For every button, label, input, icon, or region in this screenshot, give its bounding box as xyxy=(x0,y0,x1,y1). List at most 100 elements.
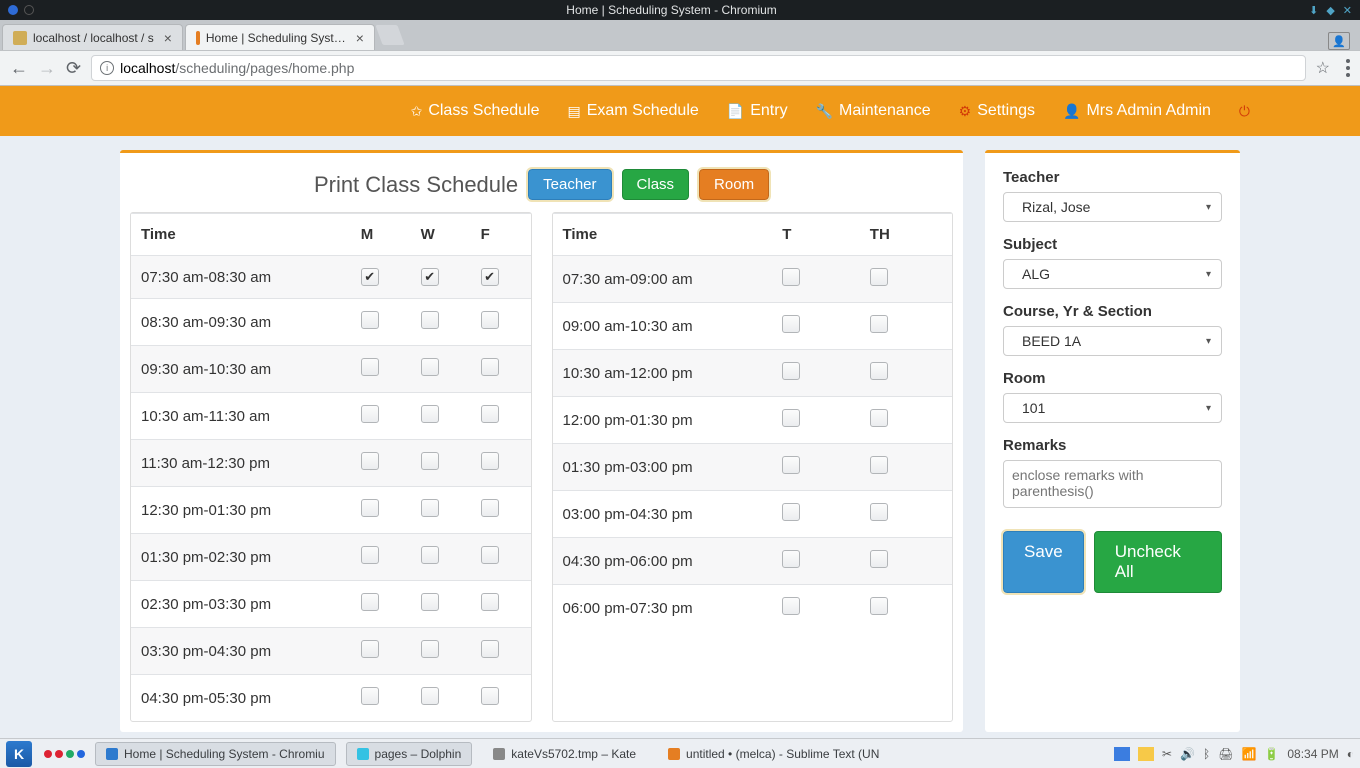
check-cell xyxy=(471,346,531,393)
checkbox[interactable] xyxy=(481,405,499,423)
checkbox[interactable] xyxy=(481,640,499,658)
checkbox[interactable]: ✔ xyxy=(481,268,499,286)
task-item[interactable]: pages – Dolphin xyxy=(346,742,473,766)
checkbox[interactable] xyxy=(361,358,379,376)
close-icon[interactable]: × xyxy=(164,30,172,46)
app-menu-icon[interactable] xyxy=(8,5,18,15)
tray-clipboard-icon[interactable]: ✂ xyxy=(1162,747,1172,761)
checkbox[interactable] xyxy=(421,405,439,423)
checkbox[interactable] xyxy=(782,315,800,333)
checkbox[interactable] xyxy=(481,499,499,517)
reload-icon[interactable]: ⟳ xyxy=(66,58,81,79)
checkbox[interactable] xyxy=(782,268,800,286)
checkbox[interactable] xyxy=(361,687,379,705)
tray-volume-icon[interactable]: 🔊 xyxy=(1180,747,1195,761)
checkbox[interactable] xyxy=(481,452,499,470)
browser-tab-active[interactable]: Home | Scheduling Syst… × xyxy=(185,24,375,50)
task-item[interactable]: Home | Scheduling System - Chromiu xyxy=(95,742,336,766)
checkbox[interactable] xyxy=(782,362,800,380)
nav-class-schedule[interactable]: ✩Class Schedule xyxy=(411,102,540,120)
checkbox[interactable] xyxy=(361,593,379,611)
checkbox[interactable] xyxy=(481,593,499,611)
tray-notes-icon[interactable] xyxy=(1138,747,1154,761)
checkbox[interactable] xyxy=(870,550,888,568)
start-menu-icon[interactable]: K xyxy=(6,741,32,767)
checkbox[interactable] xyxy=(421,546,439,564)
checkbox[interactable] xyxy=(870,362,888,380)
checkbox[interactable] xyxy=(782,456,800,474)
checkbox[interactable]: ✔ xyxy=(361,268,379,286)
task-item[interactable]: untitled • (melca) - Sublime Text (UN xyxy=(657,742,890,766)
checkbox[interactable] xyxy=(421,640,439,658)
nav-logout[interactable]: ⏻ xyxy=(1239,103,1250,120)
checkbox[interactable]: ✔ xyxy=(421,268,439,286)
bookmark-icon[interactable]: ☆ xyxy=(1316,58,1330,78)
browser-profile-icon[interactable]: 👤 xyxy=(1328,32,1350,50)
nav-user[interactable]: 👤Mrs Admin Admin xyxy=(1063,102,1211,120)
checkbox[interactable] xyxy=(361,499,379,517)
checkbox[interactable] xyxy=(870,268,888,286)
check-cell xyxy=(411,299,471,346)
window-maximize-icon[interactable]: ◆ xyxy=(1326,4,1334,17)
checkbox[interactable] xyxy=(361,452,379,470)
checkbox[interactable] xyxy=(421,593,439,611)
tray-bluetooth-icon[interactable]: ᛒ xyxy=(1203,747,1210,761)
remarks-input[interactable] xyxy=(1003,460,1222,508)
checkbox[interactable] xyxy=(361,405,379,423)
checkbox[interactable] xyxy=(481,546,499,564)
checkbox[interactable] xyxy=(782,597,800,615)
class-button[interactable]: Class xyxy=(622,169,690,200)
clock[interactable]: 08:34 PM xyxy=(1287,747,1338,761)
desktop-pager[interactable] xyxy=(44,750,85,758)
tray-notifications-icon[interactable]: ◐ xyxy=(1347,747,1354,761)
checkbox[interactable] xyxy=(782,503,800,521)
checkbox[interactable] xyxy=(421,358,439,376)
time-cell: 12:00 pm-01:30 pm xyxy=(553,397,773,444)
browser-tab-inactive[interactable]: localhost / localhost / s × xyxy=(2,24,183,50)
teacher-button[interactable]: Teacher xyxy=(528,169,611,200)
time-cell: 10:30 am-11:30 am xyxy=(131,393,351,440)
checkbox[interactable] xyxy=(870,503,888,521)
checkbox[interactable] xyxy=(870,456,888,474)
nav-settings[interactable]: ⚙Settings xyxy=(959,102,1035,120)
checkbox[interactable] xyxy=(870,315,888,333)
close-icon[interactable]: × xyxy=(356,30,364,46)
checkbox[interactable] xyxy=(421,311,439,329)
tray-desktop-icon[interactable] xyxy=(1114,747,1130,761)
checkbox[interactable] xyxy=(481,687,499,705)
uncheck-all-button[interactable]: Uncheck All xyxy=(1094,531,1222,593)
browser-menu-icon[interactable] xyxy=(1346,59,1350,77)
room-select[interactable]: 101▾ xyxy=(1003,393,1222,423)
nav-maintenance[interactable]: 🔧Maintenance xyxy=(816,102,931,120)
task-item[interactable]: kateVs5702.tmp – Kate xyxy=(482,742,647,766)
tray-printer-icon[interactable]: 🖨 xyxy=(1218,747,1233,761)
nav-entry[interactable]: 📄Entry xyxy=(727,102,788,120)
checkbox[interactable] xyxy=(421,687,439,705)
checkbox[interactable] xyxy=(782,409,800,427)
address-bar[interactable]: i localhost/scheduling/pages/home.php xyxy=(91,55,1306,81)
room-button[interactable]: Room xyxy=(699,169,769,200)
nav-exam-schedule[interactable]: ▤Exam Schedule xyxy=(567,102,698,120)
back-icon[interactable]: ← xyxy=(10,58,28,79)
tray-battery-icon[interactable]: 🔋 xyxy=(1264,747,1279,761)
table-row: 07:30 am-08:30 am✔✔✔ xyxy=(131,256,531,299)
window-close-icon[interactable]: ✕ xyxy=(1343,4,1352,17)
checkbox[interactable] xyxy=(361,311,379,329)
checkbox[interactable] xyxy=(481,358,499,376)
tray-wifi-icon[interactable]: 📶 xyxy=(1241,747,1256,761)
window-minimize-icon[interactable]: ⬇ xyxy=(1309,4,1318,17)
checkbox[interactable] xyxy=(870,597,888,615)
site-info-icon[interactable]: i xyxy=(100,61,114,75)
checkbox[interactable] xyxy=(361,546,379,564)
new-tab-button[interactable] xyxy=(375,25,404,45)
checkbox[interactable] xyxy=(421,499,439,517)
checkbox[interactable] xyxy=(421,452,439,470)
teacher-select[interactable]: Rizal, Jose▾ xyxy=(1003,192,1222,222)
checkbox[interactable] xyxy=(481,311,499,329)
checkbox[interactable] xyxy=(870,409,888,427)
checkbox[interactable] xyxy=(361,640,379,658)
save-button[interactable]: Save xyxy=(1003,531,1084,593)
course-select[interactable]: BEED 1A▾ xyxy=(1003,326,1222,356)
checkbox[interactable] xyxy=(782,550,800,568)
subject-select[interactable]: ALG▾ xyxy=(1003,259,1222,289)
